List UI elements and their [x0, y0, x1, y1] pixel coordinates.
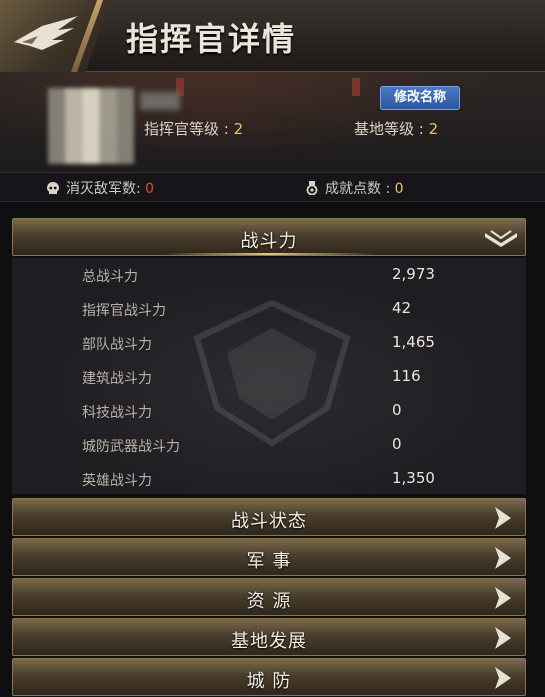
power-row: 部队战斗力 1,465 [12, 326, 526, 360]
power-row-label: 建筑战斗力 [82, 371, 152, 387]
power-row-value: 0 [392, 435, 402, 453]
power-panel-title: 战斗力 [240, 231, 298, 252]
panel-glow [163, 253, 375, 255]
power-row: 总战斗力 2,973 [12, 258, 526, 292]
chevron-right-icon [495, 547, 511, 569]
power-row-label: 部队战斗力 [82, 337, 152, 353]
achievement-value: 0 [394, 181, 404, 197]
power-row-label: 总战斗力 [82, 269, 138, 285]
base-level-label: 基地等级 : [354, 120, 429, 138]
achievement-label: 成就点数 : [325, 181, 395, 197]
stats-bar: 消灭敌军数: 0 成就点数 : 0 [0, 172, 545, 202]
power-row-value: 42 [392, 299, 412, 317]
power-panel-header[interactable]: 战斗力 [12, 218, 526, 256]
power-row-value: 2,973 [392, 265, 435, 283]
section-battle-status[interactable]: 战斗状态 [12, 498, 526, 536]
power-row: 指挥官战斗力 42 [12, 292, 526, 326]
scene-light [352, 78, 360, 96]
medal-icon [306, 181, 318, 195]
kills-value: 0 [145, 181, 155, 197]
skull-icon [47, 182, 59, 194]
commander-level-label: 指挥官等级 : [144, 120, 234, 138]
eagle-logo-icon [14, 16, 78, 50]
rename-button[interactable]: 修改名称 [380, 86, 460, 110]
base-level-value: 2 [428, 120, 439, 138]
section-label: 基地发展 [231, 631, 307, 652]
section-city-defense[interactable]: 城 防 [12, 658, 526, 696]
kills-label: 消灭敌军数: [66, 181, 146, 197]
chevron-right-icon [495, 627, 511, 649]
power-row-label: 城防武器战斗力 [82, 439, 180, 455]
commander-name-redacted [140, 92, 180, 110]
chevron-right-icon [495, 507, 511, 529]
power-row: 城防武器战斗力 0 [12, 428, 526, 462]
page-title: 指挥官详情 [126, 20, 297, 58]
commander-level-value: 2 [233, 120, 244, 138]
section-military[interactable]: 军 事 [12, 538, 526, 576]
section-base-development[interactable]: 基地发展 [12, 618, 526, 656]
power-row: 英雄战斗力 1,350 [12, 462, 526, 496]
power-row-value: 1,465 [392, 333, 435, 351]
avatar[interactable] [48, 88, 134, 164]
header-bar: 指挥官详情 [0, 0, 545, 72]
section-label: 城 防 [246, 671, 292, 692]
power-row-value: 1,350 [392, 469, 435, 487]
chevron-right-icon [495, 587, 511, 609]
power-row-label: 指挥官战斗力 [82, 303, 166, 319]
achievement-stat: 成就点数 : 0 [305, 178, 404, 198]
power-panel-body: 总战斗力 2,973 指挥官战斗力 42 部队战斗力 1,465 建筑战斗力 1… [12, 258, 526, 494]
chevron-down-icon[interactable] [483, 229, 519, 251]
commander-level: 指挥官等级 : 2 [144, 118, 243, 139]
power-row-value: 116 [392, 367, 421, 385]
power-row: 科技战斗力 0 [12, 394, 526, 428]
section-resources[interactable]: 资 源 [12, 578, 526, 616]
kills-stat: 消灭敌军数: 0 [46, 178, 154, 198]
section-label: 战斗状态 [231, 511, 307, 532]
base-level: 基地等级 : 2 [354, 118, 438, 139]
power-row-value: 0 [392, 401, 402, 419]
power-row: 建筑战斗力 116 [12, 360, 526, 394]
section-label: 军 事 [246, 551, 292, 572]
chevron-right-icon [495, 667, 511, 689]
power-row-label: 英雄战斗力 [82, 473, 152, 489]
power-row-label: 科技战斗力 [82, 405, 152, 421]
section-label: 资 源 [246, 591, 292, 612]
